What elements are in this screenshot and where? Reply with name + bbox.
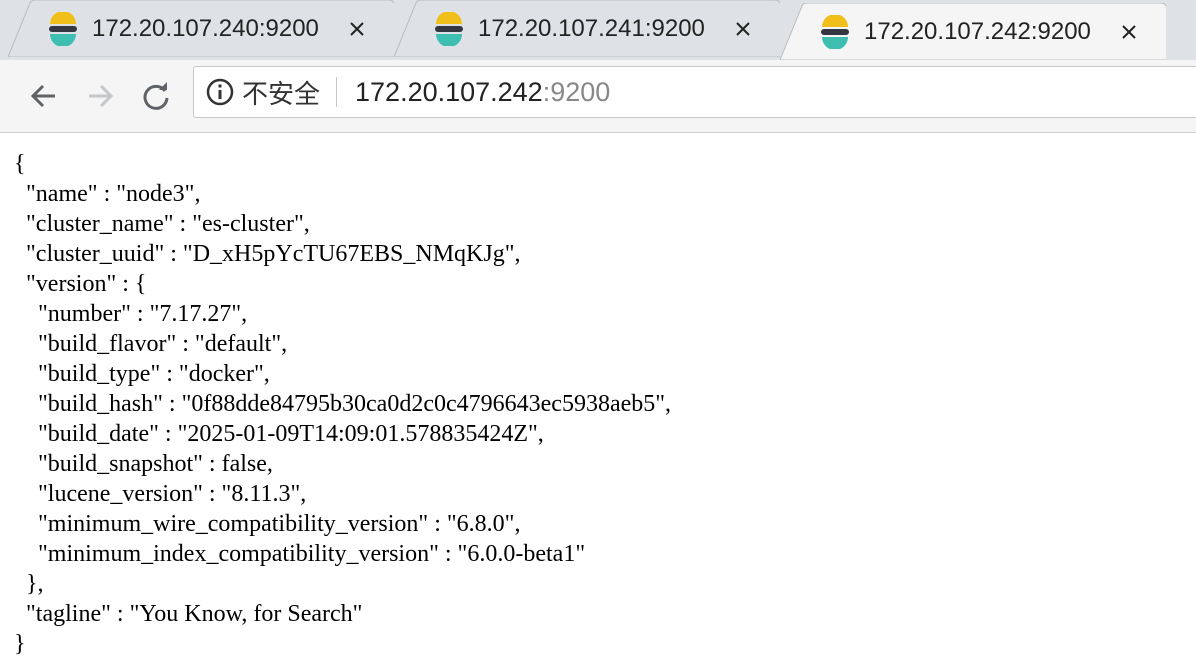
back-button[interactable] <box>24 76 64 116</box>
json-line: "number" : "7.17.27", <box>14 301 248 327</box>
tab-172-20-107-241[interactable]: 172.20.107.241:9200 <box>394 0 780 57</box>
json-line: "cluster_uuid" : "D_xH5pYcTU67EBS_NMqKJg… <box>14 241 521 267</box>
security-label: 不安全 <box>242 78 321 109</box>
elasticsearch-icon <box>435 11 463 46</box>
site-security-indicator[interactable]: 不安全 <box>206 67 320 117</box>
json-line: "tagline" : "You Know, for Search" <box>14 601 363 627</box>
close-icon[interactable] <box>1118 21 1140 43</box>
json-line: "minimum_wire_compatibility_version" : "… <box>14 511 521 537</box>
json-line: "lucene_version" : "8.11.3", <box>14 481 307 507</box>
tab-strip: 172.20.107.240:9200 172.20.107.241:9200 … <box>0 0 1196 60</box>
arrow-left-icon <box>30 84 55 108</box>
forward-button[interactable] <box>80 76 120 116</box>
json-line: "build_flavor" : "default", <box>14 331 288 357</box>
json-line: "cluster_name" : "es-cluster", <box>14 211 310 237</box>
json-line: "build_date" : "2025-01-09T14:09:01.5788… <box>14 421 544 447</box>
json-response-body: { "name" : "node3", "cluster_name" : "es… <box>0 133 1196 659</box>
elasticsearch-icon <box>49 11 77 46</box>
close-icon[interactable] <box>732 18 754 40</box>
tab-title: 172.20.107.242:9200 <box>864 17 1091 45</box>
browser-toolbar: 不安全 172.20.107.242:9200 <box>0 60 1196 133</box>
json-line: "name" : "node3", <box>14 181 201 207</box>
tab-172-20-107-242[interactable]: 172.20.107.242:9200 <box>780 3 1166 60</box>
reload-icon <box>143 82 169 110</box>
json-line: "build_hash" : "0f88dde84795b30ca0d2c0c4… <box>14 391 672 417</box>
json-line: { <box>14 151 26 177</box>
url-port: :9200 <box>542 76 611 107</box>
json-line: "version" : { <box>14 271 147 297</box>
close-icon[interactable] <box>346 18 368 40</box>
json-line: } <box>14 631 26 657</box>
info-icon <box>206 78 234 106</box>
json-line: "minimum_index_compatibility_version" : … <box>14 541 586 567</box>
json-line: "build_snapshot" : false, <box>14 451 273 477</box>
omnibox-divider <box>336 77 338 107</box>
tab-title: 172.20.107.240:9200 <box>92 14 319 42</box>
url-text[interactable]: 172.20.107.242:9200 <box>355 77 610 108</box>
arrow-right-icon <box>89 84 114 108</box>
address-bar[interactable]: 不安全 172.20.107.242:9200 <box>193 66 1196 118</box>
url-host: 172.20.107.242 <box>355 76 543 107</box>
json-line: "build_type" : "docker", <box>14 361 270 387</box>
elasticsearch-icon <box>821 14 849 49</box>
tab-172-20-107-240[interactable]: 172.20.107.240:9200 <box>8 0 394 57</box>
reload-button[interactable] <box>136 76 176 116</box>
tab-title: 172.20.107.241:9200 <box>478 14 705 42</box>
json-line: }, <box>14 571 44 597</box>
